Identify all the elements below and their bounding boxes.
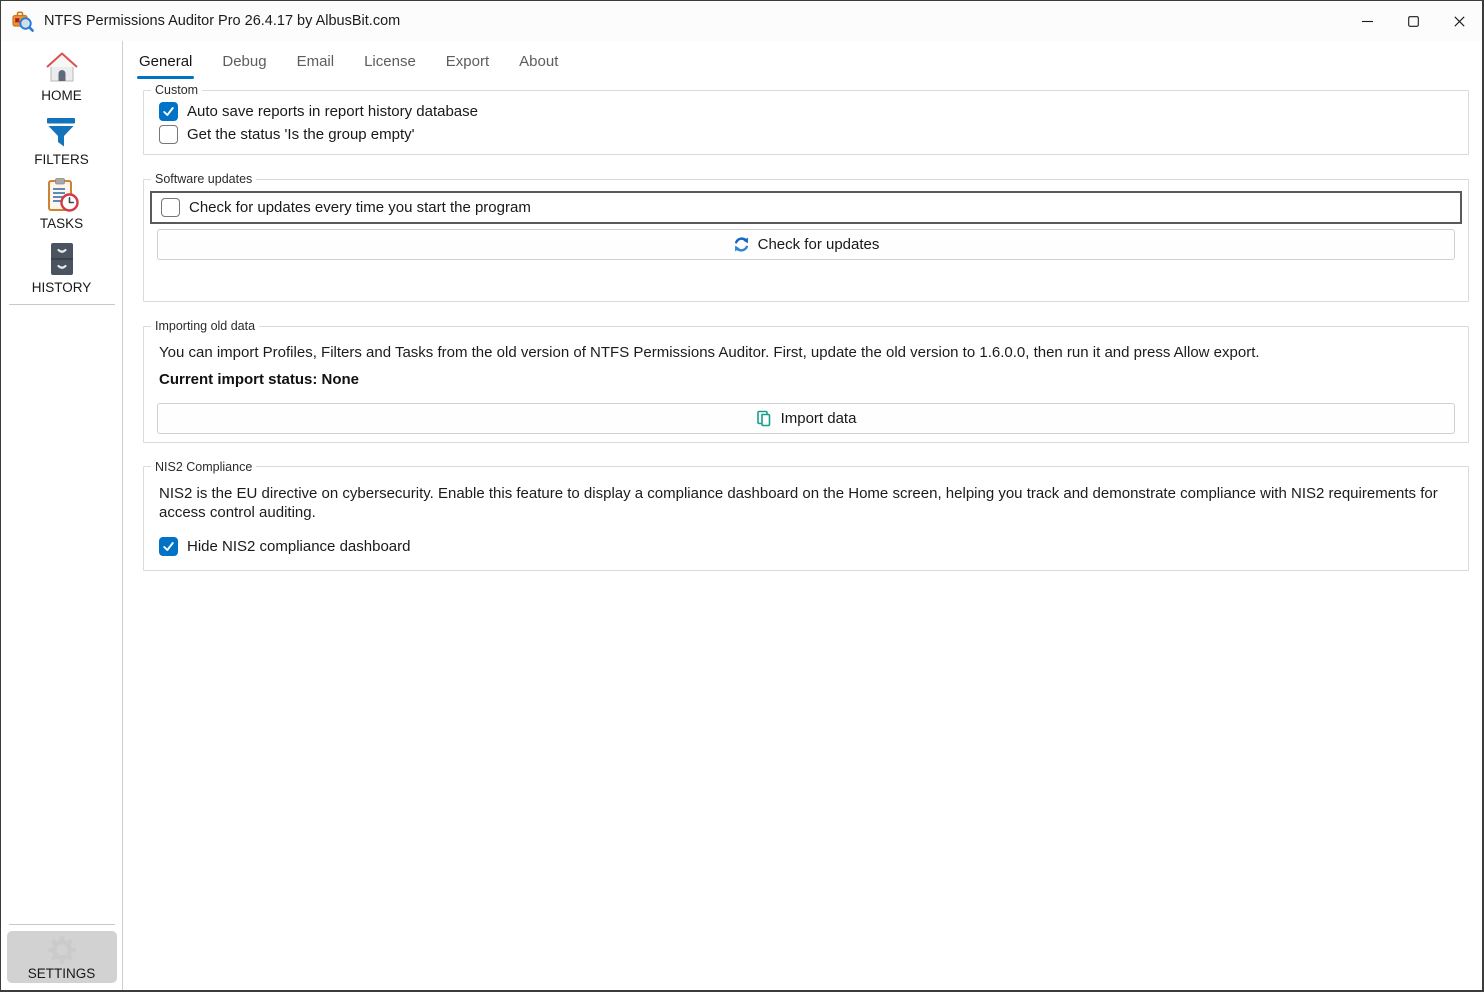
group-nis2-legend: NIS2 Compliance <box>155 459 253 474</box>
sidebar: HOME FILTERS TASKS HISTORY SETTINGS <box>1 41 123 990</box>
tabstrip: General Debug Email License Export About <box>123 41 1482 79</box>
maximize-button[interactable] <box>1390 1 1436 41</box>
sidebar-item-label: HOME <box>41 88 82 103</box>
tab-email[interactable]: Email <box>297 53 335 79</box>
sidebar-item-tasks[interactable]: TASKS <box>40 176 83 231</box>
checkbox-row-auto-save[interactable]: Auto save reports in report history data… <box>150 100 1462 123</box>
group-importing-old-data: Importing old data You can import Profil… <box>143 319 1469 443</box>
app-logo-icon <box>11 9 35 33</box>
sidebar-divider-bottom <box>8 924 115 925</box>
group-nis2-compliance: NIS2 Compliance NIS2 is the EU directive… <box>143 459 1469 571</box>
import-pages-icon <box>756 410 773 427</box>
import-description: You can import Profiles, Filters and Tas… <box>159 344 1260 361</box>
button-label: Import data <box>780 409 857 427</box>
sidebar-item-label: HISTORY <box>31 280 92 295</box>
checkbox-row-check-updates[interactable]: Check for updates every time you start t… <box>152 196 531 219</box>
checkbox-check-updates[interactable] <box>161 198 180 217</box>
group-software-updates: Software updates Check for updates every… <box>143 172 1469 302</box>
minimize-button[interactable] <box>1344 1 1390 41</box>
file-cabinet-icon <box>45 240 79 278</box>
group-importing-legend: Importing old data <box>155 319 256 333</box>
group-custom-legend: Custom <box>155 83 199 97</box>
titlebar: NTFS Permissions Auditor Pro 26.4.17 by … <box>1 1 1482 41</box>
gear-icon <box>46 934 78 966</box>
button-label: Check for updates <box>757 236 880 253</box>
checkbox-label: Check for updates every time you start t… <box>189 199 531 216</box>
checkbox-label: Get the status 'Is the group empty' <box>187 126 415 143</box>
home-icon <box>43 48 81 86</box>
close-button[interactable] <box>1436 1 1482 41</box>
settings-page: General Debug Email License Export About… <box>123 41 1482 990</box>
checkbox-row-hide-nis2[interactable]: Hide NIS2 compliance dashboard <box>150 535 1462 558</box>
sidebar-item-label: SETTINGS <box>27 965 96 981</box>
sidebar-item-settings[interactable]: SETTINGS <box>6 931 117 983</box>
import-status: Current import status: None <box>159 370 360 388</box>
checkbox-label: Auto save reports in report history data… <box>187 103 478 120</box>
import-data-button[interactable]: Import data <box>157 402 1455 434</box>
clipboard-clock-icon <box>42 176 80 214</box>
group-custom: Custom Auto save reports in report histo… <box>143 83 1469 155</box>
checkbox-group-empty[interactable] <box>159 125 178 144</box>
checkbox-auto-save[interactable] <box>159 102 178 121</box>
refresh-icon <box>733 236 750 253</box>
checkbox-hide-nis2[interactable] <box>159 536 178 556</box>
filter-icon <box>44 112 78 150</box>
tab-about[interactable]: About <box>519 53 558 79</box>
sidebar-item-label: FILTERS <box>34 152 89 167</box>
checkbox-row-group-empty[interactable]: Get the status 'Is the group empty' <box>150 123 1462 146</box>
app-window: NTFS Permissions Auditor Pro 26.4.17 by … <box>0 0 1484 992</box>
nis2-description: NIS2 is the EU directive on cybersecurit… <box>159 484 1438 522</box>
focused-option-row: Check for updates every time you start t… <box>150 191 1462 224</box>
sidebar-item-filters[interactable]: FILTERS <box>34 112 89 167</box>
window-controls <box>1344 1 1482 41</box>
window-title: NTFS Permissions Auditor Pro 26.4.17 by … <box>44 13 401 29</box>
checkbox-label: Hide NIS2 compliance dashboard <box>187 537 411 555</box>
tab-general[interactable]: General <box>136 53 195 79</box>
sidebar-item-label: TASKS <box>39 216 84 231</box>
sidebar-divider-top <box>8 304 115 305</box>
check-for-updates-button[interactable]: Check for updates <box>157 229 1455 260</box>
tab-export[interactable]: Export <box>446 53 489 79</box>
sidebar-item-history[interactable]: HISTORY <box>31 240 92 295</box>
tab-debug[interactable]: Debug <box>222 53 266 79</box>
group-software-updates-legend: Software updates <box>155 172 253 186</box>
sidebar-item-home[interactable]: HOME <box>41 48 82 103</box>
tab-license[interactable]: License <box>364 53 416 79</box>
